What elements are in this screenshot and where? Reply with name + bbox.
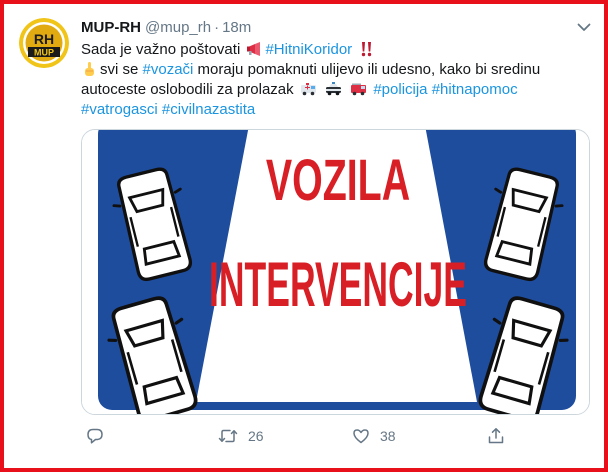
window-frame: RH MUP MUP-RH @mup_rh · 18m Sada je važno p… [0,0,608,472]
retweet-count: 26 [248,428,264,444]
police-car-emoji-icon [325,82,341,96]
tweet-menu-button[interactable] [575,18,593,36]
text-segment: Sada je važno poštovati [81,41,241,58]
avatar[interactable]: RH MUP [19,18,69,68]
tweet-line-1: Sada je važno poštovati #HitniKoridor [81,40,581,60]
hashtag-hitnikoridor[interactable]: #HitniKoridor [265,41,352,58]
mup-logo: RH MUP [19,18,69,68]
sign-text-line-1: VOZILA [266,147,410,213]
hashtag-hitnapomoc[interactable]: #hitnapomoc [432,81,518,98]
like-count: 38 [380,428,396,444]
tweet-line-4: #vatrogasci #civilnazastita [81,100,581,120]
megaphone-emoji-icon [247,42,261,56]
ambulance-emoji-icon [300,83,316,96]
hashtag-policija[interactable]: #policija [373,81,427,98]
double-exclamation-emoji-icon [362,42,372,57]
like-button[interactable]: 38 [352,424,396,448]
retweet-button[interactable]: 26 [218,424,264,448]
pointing-up-emoji-icon [85,62,94,76]
tweet-line-3: autoceste oslobodili za prolazak #polici… [81,80,581,100]
tweet-media[interactable]: VOZILA INTERVENCIJE [81,129,590,415]
text-segment: autoceste oslobodili za prolazak [81,81,294,98]
fire-engine-emoji-icon [351,83,367,96]
share-button[interactable] [487,424,505,448]
text-segment: moraju pomaknuti ulijevo ili udesno, kak… [197,61,541,78]
display-name[interactable]: MUP-RH [81,19,141,36]
sign-text-line-2: INTERVENCIJE [209,249,467,319]
reply-button[interactable] [86,424,114,448]
tweet-actions: 26 38 [4,424,608,448]
share-icon [488,428,504,444]
avatar-top-text: RH [34,31,54,47]
text-segment: svi se [100,61,139,78]
hashtag-vozaci[interactable]: #vozači [143,61,194,78]
tweet-line-2: svi se #vozači moraju pomaknuti ulijevo … [81,60,581,80]
tweet-header: MUP-RH @mup_rh · 18m [81,18,251,38]
hashtag-vatrogasci[interactable]: #vatrogasci [81,101,158,118]
intervention-vehicles-sign-image: VOZILA INTERVENCIJE [82,130,589,414]
retweet-icon [218,429,238,443]
chevron-down-icon [577,23,591,31]
user-handle[interactable]: @mup_rh [145,19,211,36]
timestamp[interactable]: 18m [222,19,251,36]
separator-dot: · [214,19,220,36]
hashtag-civilnazastita[interactable]: #civilnazastita [162,101,255,118]
avatar-bottom-text: MUP [34,48,54,58]
reply-icon [87,428,103,444]
tweet-text: Sada je važno poštovati #HitniKoridor sv… [81,40,581,120]
heart-icon [353,429,369,444]
